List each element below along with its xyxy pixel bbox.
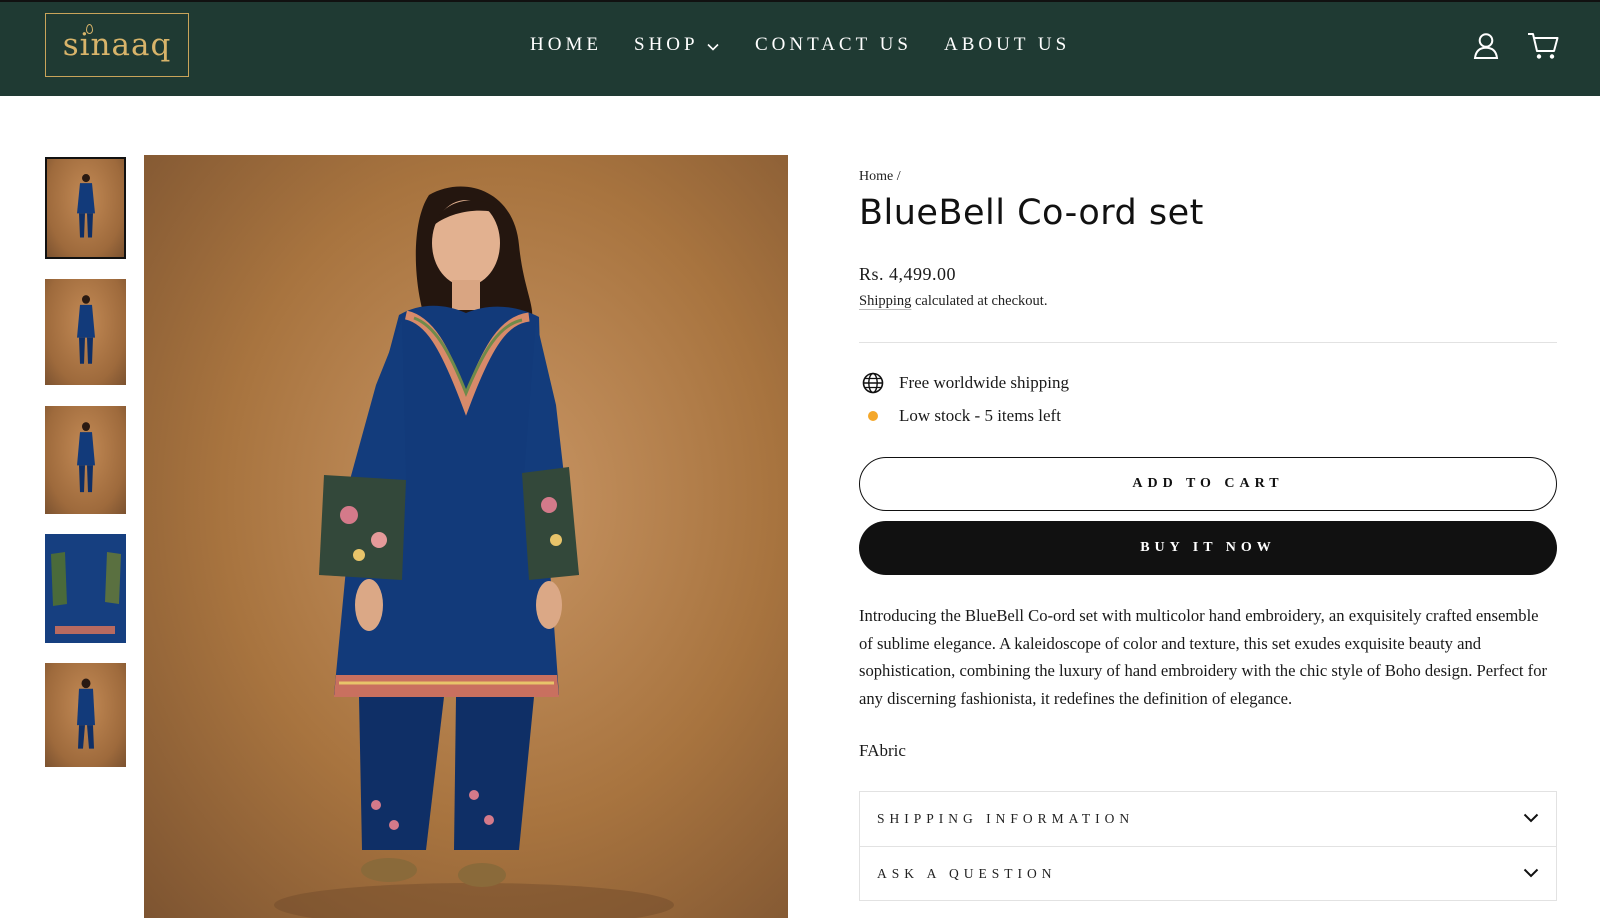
thumbnail-image: [45, 279, 126, 385]
breadcrumb-separator: /: [896, 169, 901, 184]
product-accordion: SHIPPING INFORMATION ASK A QUESTION: [859, 791, 1557, 901]
thumbnail-image: [47, 159, 124, 257]
fabric-label: FAbric: [859, 741, 906, 760]
product-photo-illustration: [274, 186, 674, 918]
product-price: Rs. 4,499.00: [859, 264, 957, 284]
product-description: Introducing the BlueBell Co-ord set with…: [859, 606, 1548, 708]
accordion-ask-a-question[interactable]: ASK A QUESTION: [860, 846, 1556, 900]
logo-text: sinaaq: [62, 27, 172, 63]
globe-icon: [862, 372, 884, 394]
nav-home[interactable]: HOME: [530, 34, 602, 56]
nav-shop[interactable]: SHOP: [634, 34, 719, 57]
nav-about-us[interactable]: ABOUT US: [944, 34, 1070, 56]
shipping-note-text: calculated at checkout.: [911, 293, 1048, 309]
product-title: BlueBell Co-ord set: [859, 193, 1204, 233]
nav-shop-label: SHOP: [634, 34, 699, 55]
accordion-label: ASK A QUESTION: [877, 865, 1057, 881]
thumbnail-4[interactable]: [45, 534, 126, 643]
brand-logo[interactable]: sinaaq: [45, 13, 189, 77]
shipping-link[interactable]: Shipping: [859, 293, 911, 309]
thumbnail-2[interactable]: [45, 279, 126, 385]
accordion-label: SHIPPING INFORMATION: [877, 811, 1135, 826]
thumbnail-image: [45, 663, 126, 767]
site-header: sinaaq HOME SHOP CONTACT US ABOUT US: [0, 0, 1600, 96]
chevron-down-icon: [1523, 811, 1539, 827]
thumbnail-1[interactable]: [45, 157, 126, 259]
feature-text: Free worldwide shipping: [899, 373, 1069, 392]
add-to-cart-button[interactable]: ADD TO CART: [859, 457, 1557, 511]
shipping-note: Shipping calculated at checkout.: [859, 293, 1047, 310]
low-stock-dot: [862, 405, 884, 427]
feature-free-shipping: Free worldwide shipping: [859, 372, 1069, 394]
thumbnail-image: [45, 534, 126, 643]
feature-low-stock: Low stock - 5 items left: [859, 405, 1061, 427]
buy-it-now-button[interactable]: BUY IT NOW: [859, 521, 1557, 575]
logo-drop-mark: [86, 24, 93, 34]
chevron-down-icon: [707, 35, 719, 57]
feature-text: Low stock - 5 items left: [899, 406, 1061, 425]
divider: [859, 342, 1557, 343]
thumbnail-3[interactable]: [45, 406, 126, 514]
thumbnail-image: [45, 406, 126, 514]
user-icon[interactable]: [1473, 32, 1499, 65]
chevron-down-icon: [1523, 866, 1539, 882]
cart-icon[interactable]: [1527, 32, 1559, 65]
accordion-shipping-information[interactable]: SHIPPING INFORMATION: [860, 792, 1556, 846]
nav-contact-us[interactable]: CONTACT US: [755, 34, 912, 56]
main-product-image[interactable]: [144, 155, 788, 918]
breadcrumb: Home /: [859, 169, 901, 185]
thumbnail-5[interactable]: [45, 663, 126, 767]
breadcrumb-home[interactable]: Home: [859, 169, 893, 184]
